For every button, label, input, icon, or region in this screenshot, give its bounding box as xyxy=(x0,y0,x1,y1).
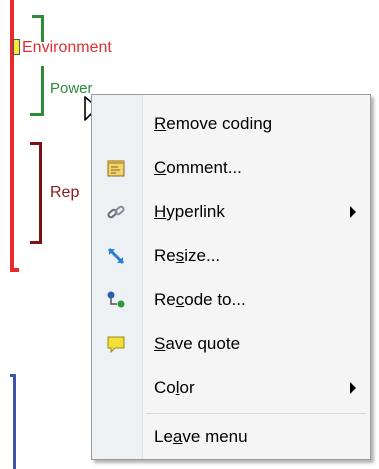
menu-item-resize[interactable]: Resize... xyxy=(92,241,370,271)
power-bracket-foot xyxy=(30,113,44,116)
menu-item-recode-to[interactable]: Recode to... xyxy=(92,285,370,315)
blue-bracket-line xyxy=(13,374,16,469)
menu-item-label: Recode to... xyxy=(154,290,246,309)
rep-bracket-line xyxy=(39,142,42,244)
submenu-arrow-icon xyxy=(350,382,356,394)
hyperlink-icon xyxy=(107,205,125,219)
menu-item-leave-menu[interactable]: Leave menu xyxy=(92,422,370,452)
environment-bracket-foot xyxy=(10,268,19,272)
environment-marker[interactable] xyxy=(13,39,20,55)
menu-item-label: Comment... xyxy=(154,158,242,177)
menu-item-color[interactable]: Color xyxy=(92,373,370,403)
menu-item-save-quote[interactable]: Save quote xyxy=(92,329,370,359)
menu-item-label: Save quote xyxy=(154,334,241,353)
menu-item-label: Hyperlink xyxy=(154,202,225,221)
menu-item-label: Color xyxy=(154,378,195,397)
code-label-environment[interactable]: Environment xyxy=(22,39,112,57)
rep-bracket-foot xyxy=(30,241,42,244)
menu-item-label: Leave menu xyxy=(154,427,248,446)
save-quote-icon xyxy=(107,336,125,354)
menu-item-label: Resize... xyxy=(154,246,221,265)
power-bracket-line xyxy=(41,15,44,42)
menu-item-hyperlink[interactable]: Hyperlink xyxy=(92,197,370,227)
menu-item-label: Remove coding xyxy=(154,114,273,133)
menu-separator xyxy=(146,413,366,414)
menu-icon-gutter xyxy=(92,95,143,459)
resize-icon xyxy=(107,247,125,265)
code-label-rep[interactable]: Rep xyxy=(50,184,79,202)
power-bracket-lower xyxy=(41,66,44,116)
recode-icon xyxy=(107,291,125,308)
menu-item-comment[interactable]: Comment... xyxy=(92,153,370,183)
context-menu: Remove coding Comment... Hyperlink Resiz… xyxy=(91,94,371,460)
submenu-arrow-icon xyxy=(350,206,356,218)
menu-item-remove-coding[interactable]: Remove coding xyxy=(92,109,370,139)
comment-icon xyxy=(107,160,125,177)
